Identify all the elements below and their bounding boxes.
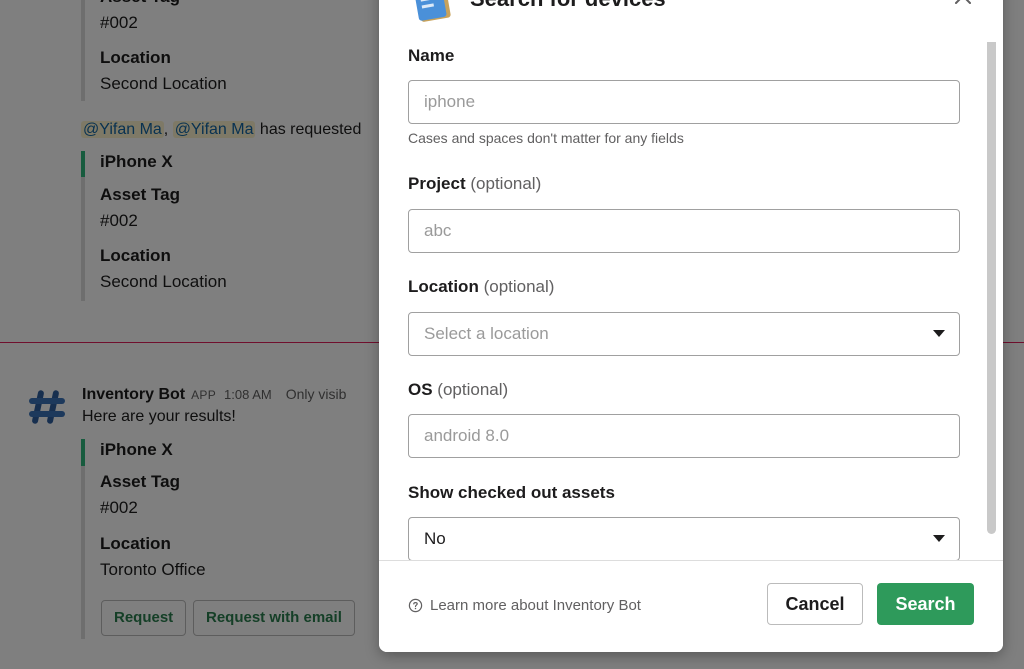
name-label-text: Name (408, 46, 455, 65)
cancel-button[interactable]: Cancel (767, 583, 863, 625)
learn-more-text[interactable]: Learn more about Inventory Bot (430, 597, 641, 614)
checked-out-select[interactable]: No (408, 517, 960, 560)
os-label-text: OS (408, 380, 433, 399)
chevron-down-icon (933, 330, 945, 337)
project-field-label: Project (optional) (408, 172, 541, 196)
checked-out-field-label: Show checked out assets (408, 483, 615, 502)
name-hint: Cases and spaces don't matter for any fi… (408, 130, 684, 146)
optional-tag: (optional) (470, 174, 542, 193)
modal-title: Search for devices (470, 0, 666, 14)
modal-footer: Learn more about Inventory Bot Cancel Se… (379, 560, 1003, 652)
question-circle-icon (408, 598, 423, 613)
modal-scrollbar[interactable] (987, 42, 996, 534)
os-field-label: OS (optional) (408, 378, 508, 402)
search-button[interactable]: Search (877, 583, 974, 625)
optional-tag: (optional) (483, 277, 555, 296)
search-devices-modal: Search for devices Name iphone Cases and… (379, 0, 1003, 652)
name-field-label: Name (408, 44, 454, 68)
name-placeholder: iphone (424, 92, 476, 111)
location-label-text: Location (408, 277, 479, 296)
modal-body[interactable]: Name iphone Cases and spaces don't matte… (379, 42, 1003, 560)
learn-more-link[interactable]: Learn more about Inventory Bot (408, 597, 641, 614)
location-select[interactable]: Select a location (408, 312, 960, 356)
project-placeholder: abc (424, 221, 452, 240)
optional-tag: (optional) (437, 380, 509, 399)
os-input[interactable]: android 8.0 (408, 414, 960, 458)
name-input[interactable]: iphone (408, 80, 960, 124)
checked-out-value: No (424, 529, 446, 548)
project-label-text: Project (408, 174, 466, 193)
location-field-label: Location (optional) (408, 275, 554, 299)
os-placeholder: android 8.0 (424, 426, 510, 445)
modal-header: Search for devices (379, 0, 1003, 42)
notebook-app-icon (413, 0, 451, 22)
location-placeholder: Select a location (424, 324, 549, 343)
project-input[interactable]: abc (408, 209, 960, 253)
close-icon[interactable] (951, 0, 975, 8)
chevron-down-icon (933, 535, 945, 542)
